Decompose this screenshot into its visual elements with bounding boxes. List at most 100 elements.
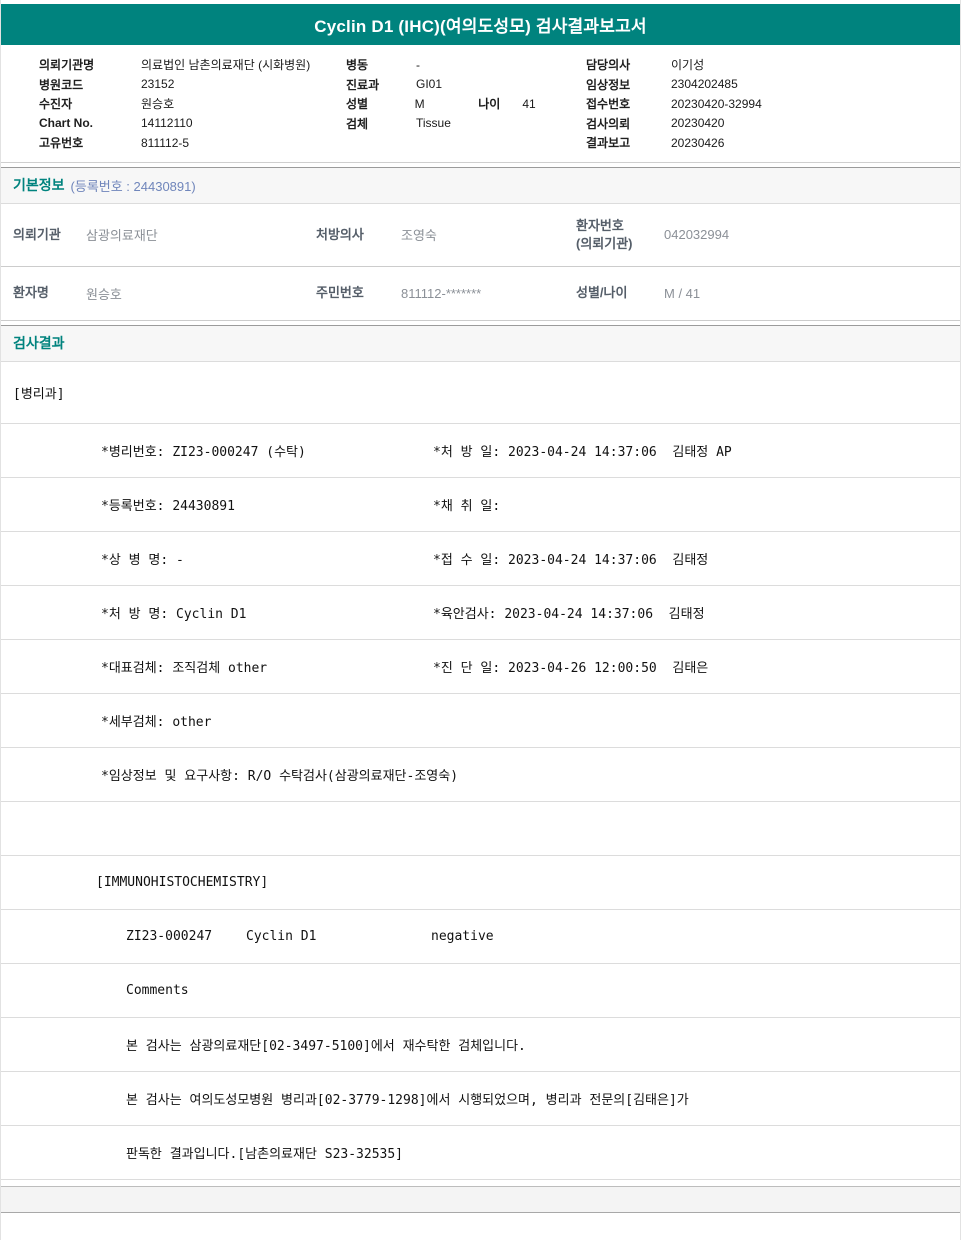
field-value: M [414,96,425,111]
field-examinee: 수진자 원승호 [39,94,346,114]
cell-label: 의뢰기관 [13,226,61,242]
field-value: 이기성 [671,58,705,73]
table-row: 의뢰기관 삼광의료재단 처방의사 조영숙 환자번호 (의뢰기관) 0420329… [1,204,960,267]
field-value: 20230420-32994 [671,96,762,111]
table-row: 환자명 원승호 주민번호 811112-******* 성별/나이 M / 41 [1,267,960,321]
field-label: 진료과 [346,77,380,92]
comment-row: 본 검사는 여의도성모병원 병리과[02-3779-1298]에서 시행되었으며… [1,1072,960,1126]
comment-row: 본 검사는 삼광의료재단[02-3497-5100]에서 재수탁한 검체입니다. [1,1018,960,1072]
detail-left: *처 방 명: Cyclin D1 [101,606,247,622]
field-ward: 병동 - [346,55,586,75]
field-value: 20230426 [671,135,725,150]
detail-left: *대표검체: 조직검체 other [101,660,268,676]
detail-right: *진 단 일: 2023-04-26 12:00:50 김태은 [433,660,709,676]
result-detail-row: *세부검체: other [1,694,960,748]
report-title: Cyclin D1 (IHC)(여의도성모) 검사결과보고서 [314,17,647,36]
department-row: [병리과] [1,362,960,424]
field-label: 담당의사 [586,58,631,73]
patient-info-column-2: 병동 - 진료과 GI01 성별 M 나이 41 검체 Tissue [346,55,586,153]
field-label: 검사의뢰 [586,116,631,131]
field-label: 임상정보 [586,77,631,92]
patient-info-column-3: 담당의사 이기성 임상정보 2304202485 접수번호 20230420-3… [586,55,960,153]
field-value: - [416,57,420,72]
field-receipt-no: 접수번호 20230420-32994 [586,94,960,114]
results-rows: [병리과] *병리번호: ZI23-000247 (수탁) *처 방 일: 20… [1,362,960,1180]
field-label: 의뢰기관명 [39,58,95,73]
detail-left: *상 병 명: - [101,552,184,568]
detail-left: *임상정보 및 요구사항: R/O 수탁검사(삼광의료재단-조영숙) [101,768,459,784]
cell-value: 원승호 [86,286,122,302]
cell-label: 성별/나이 [576,285,628,301]
detail-left: *등록번호: 24430891 [101,498,235,514]
detail-left: *세부검체: other [101,714,212,730]
report-title-bar: Cyclin D1 (IHC)(여의도성모) 검사결과보고서 [1,4,960,45]
field-label: 접수번호 [586,97,631,112]
field-label: 수진자 [39,97,73,112]
cell-label: 처방의사 [316,226,364,242]
field-value: 14112110 [141,116,193,131]
field-label: 성별 [346,97,369,112]
comments-label-row: Comments [1,964,960,1018]
comment-row: 판독한 결과입니다.[남촌의료재단 S23-32535] [1,1126,960,1180]
cell-value: 042032994 [664,227,730,242]
field-sex-age: 성별 M 나이 41 [346,94,586,114]
field-value: 2304202485 [671,77,738,92]
assay-result: negative [431,928,494,944]
field-value: Tissue [416,116,451,131]
field-value: 원승호 [141,97,175,112]
field-clinical-info: 임상정보 2304202485 [586,75,960,95]
field-label: 고유번호 [39,136,84,151]
cell-label: 주민번호 [316,285,364,301]
field-unique-no: 고유번호 811112-5 [39,133,346,153]
field-label: 병원코드 [39,77,84,92]
field-specimen: 검체 Tissue [346,114,586,134]
cell-value: 811112-******* [401,285,482,301]
result-detail-row: *임상정보 및 요구사항: R/O 수탁검사(삼광의료재단-조영숙) [1,748,960,802]
detail-right: *처 방 일: 2023-04-24 14:37:06 김태정 AP [433,444,732,460]
section-header-results: 검사결과 [1,324,960,362]
section-title: 검사결과 [13,335,65,351]
empty-row [1,801,960,856]
field-label: 검체 [346,116,369,131]
field-age-label: 나이 [478,97,501,112]
patient-info-column-1: 의뢰기관명 의료법인 남촌의료재단 (시화병원) 병원코드 23152 수진자 … [39,55,346,153]
section-header-basic-info: 기본정보 (등록번호 : 24430891) [1,166,960,204]
field-label: 결과보고 [586,136,631,151]
detail-right: *채 취 일: [433,498,501,514]
field-age-value: 41 [522,96,536,111]
result-detail-row: *상 병 명: - *접 수 일: 2023-04-24 14:37:06 김태… [1,532,960,586]
field-attending-doctor: 담당의사 이기성 [586,55,960,75]
result-detail-row: *처 방 명: Cyclin D1 *육안검사: 2023-04-24 14:3… [1,586,960,640]
field-value: 23152 [141,77,175,92]
field-chart-no: Chart No. 14112110 [39,114,346,134]
patient-info-block: 의뢰기관명 의료법인 남촌의료재단 (시화병원) 병원코드 23152 수진자 … [1,45,960,163]
cell-label: 환자명 [13,285,49,301]
field-report-date: 결과보고 20230426 [586,133,960,153]
field-label: 병동 [346,58,369,73]
cell-value: M / 41 [664,285,701,301]
field-label: Chart No. [39,116,93,131]
ihc-header-row: [IMMUNOHISTOCHEMISTRY] [1,856,960,910]
cell-label: 환자번호 (의뢰기관) [576,217,633,251]
assay-specimen-no: ZI23-000247 [126,928,213,944]
report-page: Cyclin D1 (IHC)(여의도성모) 검사결과보고서 의뢰기관명 의료법… [0,0,961,1240]
field-value: 20230420 [671,116,725,131]
field-hospital-code: 병원코드 23152 [39,75,346,95]
result-detail-row: *등록번호: 24430891 *채 취 일: [1,478,960,532]
field-value: 의료법인 남촌의료재단 (시화병원) [141,58,311,73]
result-detail-row: *대표검체: 조직검체 other *진 단 일: 2023-04-26 12:… [1,640,960,694]
field-request-date: 검사의뢰 20230420 [586,114,960,134]
detail-right: *육안검사: 2023-04-24 14:37:06 김태정 [433,606,705,622]
cell-value: 삼광의료재단 [86,228,158,243]
field-department: 진료과 GI01 [346,75,586,95]
field-institution-name: 의뢰기관명 의료법인 남촌의료재단 (시화병원) [39,55,346,75]
detail-left: *병리번호: ZI23-000247 (수탁) [101,444,306,460]
assay-result-row: ZI23-000247 Cyclin D1 negative [1,910,960,964]
section-title: 기본정보 [13,177,65,193]
assay-test-name: Cyclin D1 [246,928,317,944]
bottom-empty-section-bar [1,1185,960,1213]
result-detail-row: *병리번호: ZI23-000247 (수탁) *처 방 일: 2023-04-… [1,424,960,478]
field-value: GI01 [416,77,443,92]
cell-value: 조영숙 [401,228,437,243]
field-value: 811112-5 [141,135,190,150]
